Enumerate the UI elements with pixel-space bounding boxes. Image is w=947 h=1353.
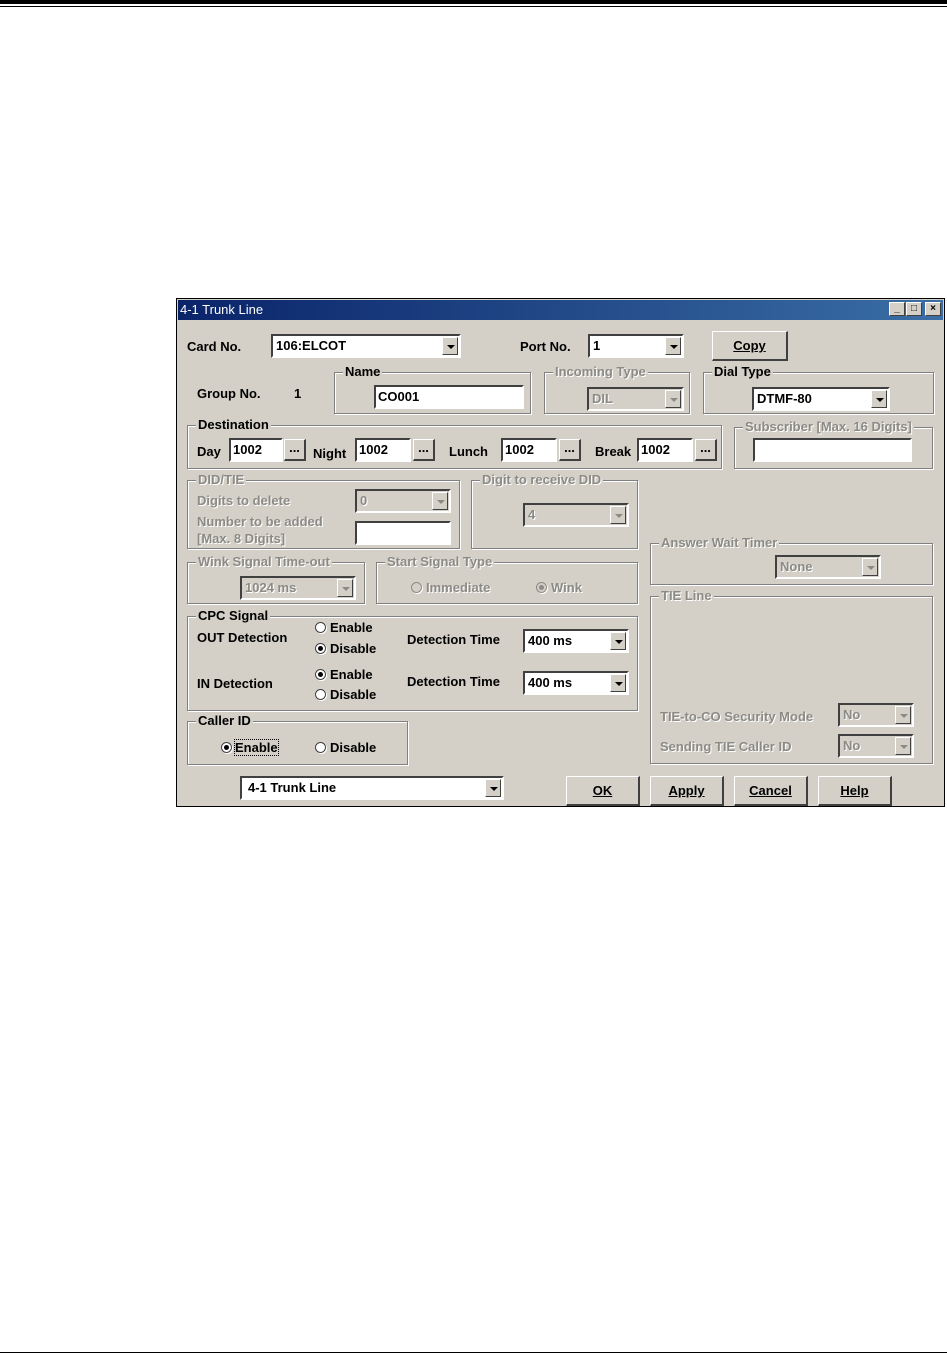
in-enable-radio[interactable]: [315, 669, 326, 680]
caller-id-disable-radio[interactable]: [315, 742, 326, 753]
tie-to-co-security-select[interactable]: No: [838, 703, 914, 727]
chevron-down-icon: [610, 506, 626, 524]
help-button[interactable]: Help: [818, 776, 892, 806]
trunk-line-dialog: 4-1 Trunk Line _ □ × Card No. 106:ELCOT …: [176, 298, 945, 807]
digits-to-delete-select[interactable]: 0: [355, 489, 451, 513]
wink-radio[interactable]: [536, 582, 547, 593]
in-detection-time-label: Detection Time: [407, 674, 500, 689]
chevron-down-icon[interactable]: [610, 674, 626, 692]
page-header-rule-thin: [0, 6, 947, 7]
night-label: Night: [313, 446, 347, 461]
group-no-value: 1: [294, 386, 302, 401]
sending-tie-caller-id-label: Sending TIE Caller ID: [660, 739, 792, 754]
out-enable-label: Enable: [330, 620, 373, 635]
port-no-select[interactable]: 1: [588, 334, 684, 358]
in-enable-label: Enable: [330, 667, 373, 682]
lunch-label: Lunch: [449, 444, 488, 459]
copy-button[interactable]: Copy: [712, 331, 788, 361]
in-detection-time-select[interactable]: 400 ms: [523, 671, 629, 695]
chevron-down-icon[interactable]: [485, 779, 501, 797]
card-no-label: Card No.: [187, 339, 242, 354]
ok-button[interactable]: OK: [566, 776, 640, 806]
chevron-down-icon[interactable]: [442, 337, 458, 355]
window-title: 4-1 Trunk Line: [180, 302, 264, 317]
subscriber-input[interactable]: [753, 438, 912, 462]
out-detection-time-select[interactable]: 400 ms: [523, 629, 629, 653]
sending-tie-caller-id-select[interactable]: No: [838, 734, 914, 758]
out-disable-radio[interactable]: [315, 643, 326, 654]
lunch-browse-button[interactable]: ...: [559, 439, 581, 461]
day-label: Day: [197, 444, 221, 459]
out-disable-label: Disable: [330, 641, 377, 656]
caller-id-disable-label: Disable: [330, 740, 377, 755]
minimize-icon[interactable]: _: [889, 302, 905, 316]
break-input[interactable]: 1002: [637, 438, 693, 462]
incoming-type-select[interactable]: DIL: [587, 387, 684, 411]
chevron-down-icon: [895, 737, 911, 755]
wink-signal-timeout-select[interactable]: 1024 ms: [240, 576, 356, 600]
out-detection-label: OUT Detection: [197, 630, 288, 645]
group-no-label: Group No.: [197, 386, 261, 401]
wink-label: Wink: [551, 580, 582, 595]
maximize-icon[interactable]: □: [906, 302, 922, 316]
immediate-label: Immediate: [426, 580, 491, 595]
chevron-down-icon[interactable]: [610, 632, 626, 650]
day-input[interactable]: 1002: [229, 438, 283, 462]
caller-id-enable-label: Enable: [234, 739, 279, 756]
tie-to-co-security-label: TIE-to-CO Security Mode: [660, 709, 814, 724]
chevron-down-icon: [895, 706, 911, 724]
lunch-input[interactable]: 1002: [501, 438, 557, 462]
apply-button[interactable]: Apply: [650, 776, 724, 806]
in-detection-label: IN Detection: [197, 676, 273, 691]
card-no-select[interactable]: 106:ELCOT: [271, 334, 461, 358]
immediate-radio[interactable]: [411, 582, 422, 593]
max-8-digits-label: [Max. 8 Digits]: [197, 531, 286, 546]
number-to-be-added-input[interactable]: [355, 521, 451, 545]
cancel-button[interactable]: Cancel: [734, 776, 808, 806]
chevron-down-icon: [665, 390, 681, 408]
chevron-down-icon[interactable]: [871, 390, 887, 408]
close-icon[interactable]: ×: [925, 302, 941, 316]
page-navigation-select[interactable]: 4-1 Trunk Line: [240, 776, 504, 800]
out-enable-radio[interactable]: [315, 622, 326, 633]
name-input[interactable]: CO001: [374, 385, 524, 409]
port-no-label: Port No.: [520, 339, 571, 354]
in-disable-radio[interactable]: [315, 689, 326, 700]
title-bar[interactable]: 4-1 Trunk Line _ □ ×: [178, 300, 943, 320]
chevron-down-icon: [337, 579, 353, 597]
night-input[interactable]: 1002: [355, 438, 411, 462]
answer-wait-timer-select[interactable]: None: [775, 555, 881, 579]
night-browse-button[interactable]: ...: [413, 439, 435, 461]
chevron-down-icon[interactable]: [665, 337, 681, 355]
dial-type-select[interactable]: DTMF-80: [752, 387, 890, 411]
number-to-be-added-label: Number to be added: [197, 514, 323, 529]
day-browse-button[interactable]: ...: [284, 439, 306, 461]
digit-to-receive-did-select[interactable]: 4: [523, 503, 629, 527]
page-header-rule: [0, 0, 947, 4]
chevron-down-icon: [862, 558, 878, 576]
digits-to-delete-label: Digits to delete: [197, 493, 291, 508]
break-browse-button[interactable]: ...: [695, 439, 717, 461]
break-label: Break: [595, 444, 632, 459]
out-detection-time-label: Detection Time: [407, 632, 500, 647]
in-disable-label: Disable: [330, 687, 377, 702]
chevron-down-icon: [432, 492, 448, 510]
caller-id-enable-radio[interactable]: [221, 742, 232, 753]
